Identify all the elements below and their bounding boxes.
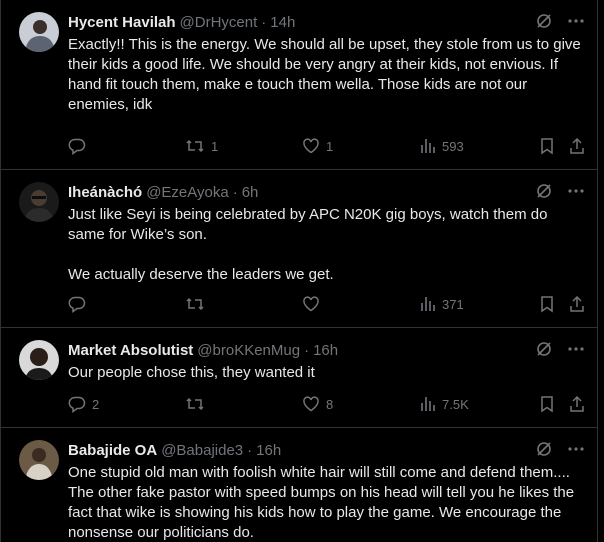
views-button[interactable]: 7.5K	[420, 395, 469, 413]
like-count: 8	[326, 396, 334, 412]
reply-icon	[68, 138, 86, 155]
user-handle[interactable]: @EzeAyoka	[146, 184, 229, 201]
share-icon	[570, 295, 584, 312]
reply-count: 2	[92, 396, 100, 412]
views-count: 593	[442, 138, 464, 154]
retweet-icon	[186, 297, 204, 311]
grok-icon[interactable]	[535, 440, 553, 463]
bookmark-icon	[541, 396, 553, 413]
bookmark-button[interactable]	[539, 137, 555, 155]
display-name[interactable]: Babajide OA	[68, 442, 157, 459]
bookmark-icon	[541, 296, 553, 313]
share-button[interactable]	[568, 137, 586, 155]
bookmark-button[interactable]	[539, 295, 555, 313]
bookmark-button[interactable]	[539, 395, 555, 413]
tweet[interactable]: Market Absolutist @broKKenMug · 16h Our …	[1, 328, 597, 428]
display-name[interactable]: Market Absolutist	[68, 342, 193, 359]
reply-icon	[68, 296, 86, 313]
tweet-header: Babajide OA @Babajide3 · 16h	[68, 440, 585, 460]
like-count: 1	[326, 138, 334, 154]
user-handle[interactable]: @DrHycent	[180, 14, 258, 31]
share-icon	[570, 137, 584, 154]
separator-dot: ·	[304, 341, 310, 359]
separator-dot: ·	[247, 441, 253, 459]
views-icon	[421, 397, 435, 411]
tweet[interactable]: Hycent Havilah @DrHycent · 14h Exactly!!…	[1, 0, 597, 170]
more-icon[interactable]	[567, 440, 585, 463]
timestamp[interactable]: 16h	[256, 442, 281, 459]
tweet[interactable]: Babajide OA @Babajide3 · 16h One stupid …	[1, 428, 597, 542]
tweet-text: Just like Seyi is being celebrated by AP…	[68, 206, 548, 283]
avatar[interactable]	[19, 340, 59, 380]
tweet-header: Hycent Havilah @DrHycent · 14h	[68, 12, 585, 32]
tweet-text: Exactly!! This is the energy. We should …	[68, 36, 585, 113]
reply-button[interactable]	[68, 295, 92, 313]
share-button[interactable]	[568, 295, 586, 313]
views-count: 7.5K	[442, 396, 469, 412]
views-icon	[421, 297, 435, 311]
retweet-icon	[186, 397, 204, 411]
timestamp[interactable]: 14h	[270, 14, 295, 31]
views-icon	[421, 139, 435, 153]
views-button[interactable]: 371	[420, 295, 464, 313]
user-handle[interactable]: @broKKenMug	[197, 342, 300, 359]
reply-button[interactable]: 2	[68, 395, 99, 413]
grok-icon[interactable]	[535, 340, 553, 363]
user-handle[interactable]: @Babajide3	[161, 442, 243, 459]
avatar[interactable]	[19, 12, 59, 52]
retweet-button[interactable]	[185, 395, 211, 413]
retweet-count: 1	[211, 138, 219, 154]
like-button[interactable]	[302, 295, 326, 313]
action-bar: 2 8 7.5K	[68, 394, 585, 414]
grok-icon[interactable]	[535, 12, 553, 35]
action-bar: 371	[68, 294, 585, 314]
more-icon[interactable]	[567, 12, 585, 35]
retweet-button[interactable]: 1	[185, 137, 218, 155]
share-icon	[570, 395, 584, 412]
bookmark-icon	[541, 138, 553, 155]
reply-icon	[68, 396, 86, 413]
retweet-button[interactable]	[185, 295, 211, 313]
retweet-icon	[186, 139, 204, 153]
tweet-header: Iheánàchó @EzeAyoka · 6h	[68, 182, 585, 202]
display-name[interactable]: Hycent Havilah	[68, 14, 176, 31]
avatar[interactable]	[19, 440, 59, 480]
more-icon[interactable]	[567, 340, 585, 363]
action-bar: 1 1 593	[68, 136, 585, 156]
views-button[interactable]: 593	[420, 137, 464, 155]
like-button[interactable]: 1	[302, 137, 333, 155]
separator-dot: ·	[261, 13, 267, 31]
timestamp[interactable]: 6h	[242, 184, 259, 201]
like-button[interactable]: 8	[302, 395, 333, 413]
tweet-text: One stupid old man with foolish white ha…	[68, 464, 579, 541]
share-button[interactable]	[568, 395, 586, 413]
tweet-text: Our people chose this, they wanted it	[68, 364, 315, 381]
grok-icon[interactable]	[535, 182, 553, 205]
like-icon	[303, 138, 319, 154]
timeline-feed: Hycent Havilah @DrHycent · 14h Exactly!!…	[0, 0, 598, 542]
timestamp[interactable]: 16h	[313, 342, 338, 359]
like-icon	[303, 296, 319, 312]
more-icon[interactable]	[567, 182, 585, 205]
reply-button[interactable]	[68, 137, 92, 155]
separator-dot: ·	[232, 183, 238, 201]
like-icon	[303, 396, 319, 412]
views-count: 371	[442, 296, 464, 312]
tweet-header: Market Absolutist @broKKenMug · 16h	[68, 340, 585, 360]
tweet[interactable]: Iheánàchó @EzeAyoka · 6h Just like Seyi …	[1, 170, 597, 328]
avatar[interactable]	[19, 182, 59, 222]
display-name[interactable]: Iheánàchó	[68, 184, 142, 201]
